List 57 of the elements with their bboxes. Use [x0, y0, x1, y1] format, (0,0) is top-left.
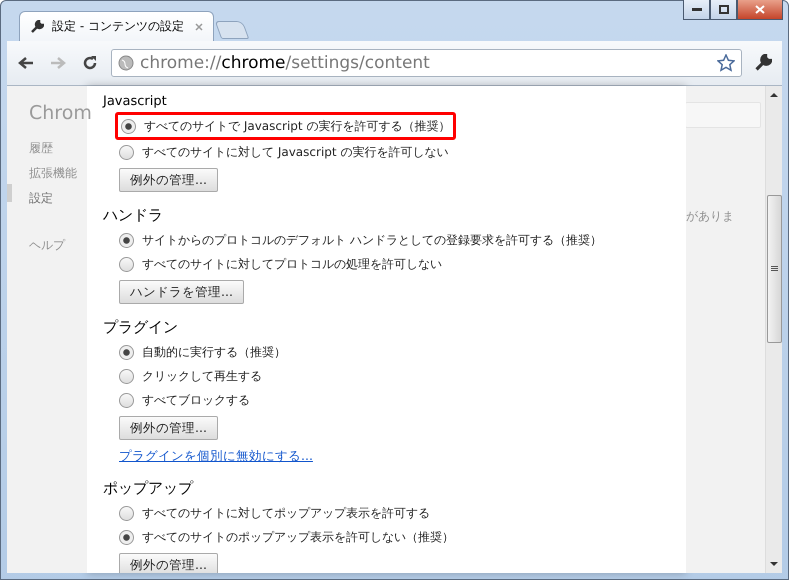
scroll-down-icon[interactable]: [770, 561, 778, 567]
sidebar-item[interactable]: 設定: [29, 190, 87, 207]
star-icon[interactable]: [717, 54, 735, 72]
radio-option[interactable]: すべてのサイトに対して Javascript の実行を許可しない: [119, 140, 448, 164]
faded-text: がありま: [686, 208, 736, 225]
section-heading: ポップアップ: [103, 479, 193, 498]
option-label: クリックして再生する: [142, 368, 262, 384]
section-heading: ハンドラ: [103, 206, 163, 225]
radio-option[interactable]: すべてのサイトのポップアップ表示を許可しない（推奨）: [119, 525, 454, 549]
manage-button[interactable]: 例外の管理...: [119, 168, 218, 192]
minimize-button[interactable]: [683, 0, 710, 20]
url-text: chrome://chrome/settings/content: [140, 53, 431, 73]
maximize-button[interactable]: [710, 0, 737, 20]
radio-option[interactable]: すべてのサイトに対してプロトコルの処理を許可しない: [119, 252, 442, 276]
close-icon: [755, 5, 765, 14]
manage-button[interactable]: 例外の管理...: [119, 416, 218, 440]
option-label: すべてブロックする: [142, 392, 250, 408]
close-icon[interactable]: [195, 22, 203, 30]
radio-button[interactable]: [119, 392, 134, 408]
option-label: すべてのサイトに対してプロトコルの処理を許可しない: [142, 256, 442, 272]
option-label: すべてのサイトに対して Javascript の実行を許可しない: [142, 144, 448, 160]
scrollbar[interactable]: [765, 86, 782, 573]
radio-button[interactable]: [119, 530, 134, 544]
manage-button[interactable]: ハンドラを管理...: [119, 280, 244, 304]
radio-button[interactable]: [119, 144, 134, 160]
option-label: すべてのサイトに対してポップアップ表示を許可する: [142, 504, 430, 522]
option-label: すべてのサイトで Javascript の実行を許可する（推奨）: [144, 118, 450, 134]
radio-button[interactable]: [119, 368, 134, 384]
close-button[interactable]: [737, 0, 783, 20]
radio-button[interactable]: [119, 256, 134, 272]
option-label: 自動的に実行する（推奨）: [142, 344, 286, 360]
option-label: サイトからのプロトコルのデフォルト ハンドラとしての登録要求を許可する（推奨）: [142, 232, 602, 248]
tab-title: 設定 - コンテンツの設定: [52, 18, 185, 35]
radio-button[interactable]: [119, 232, 134, 248]
minimize-icon: [692, 8, 702, 12]
browser-tab[interactable]: 設定 - コンテンツの設定: [19, 11, 214, 41]
maximize-icon: [718, 5, 728, 14]
radio-button[interactable]: [121, 118, 136, 134]
radio-option[interactable]: すべてブロックする: [119, 388, 250, 412]
option-label: すべてのサイトのポップアップ表示を許可しない（推奨）: [142, 528, 454, 546]
manage-button[interactable]: 例外の管理...: [119, 553, 218, 573]
highlighted-option[interactable]: すべてのサイトで Javascript の実行を許可する（推奨）: [115, 112, 456, 140]
globe-icon: [118, 55, 134, 71]
radio-option[interactable]: サイトからのプロトコルのデフォルト ハンドラとしての登録要求を許可する（推奨）: [119, 228, 602, 252]
radio-option[interactable]: クリックして再生する: [119, 364, 262, 388]
section-heading: Javascript: [103, 94, 167, 109]
wrench-icon: [30, 20, 44, 34]
address-bar[interactable]: chrome://chrome/settings/content: [111, 49, 742, 77]
radio-option[interactable]: 自動的に実行する（推奨）: [119, 340, 286, 364]
radio-button[interactable]: [119, 506, 134, 520]
plugin-link[interactable]: プラグインを個別に無効にする...: [119, 448, 313, 465]
section-heading: プラグイン: [103, 318, 178, 337]
radio-button[interactable]: [119, 344, 134, 360]
radio-option[interactable]: すべてのサイトに対してポップアップ表示を許可する: [119, 501, 430, 525]
search-field[interactable]: [686, 102, 762, 128]
scroll-up-icon[interactable]: [770, 92, 778, 98]
grip-icon: [770, 266, 778, 272]
